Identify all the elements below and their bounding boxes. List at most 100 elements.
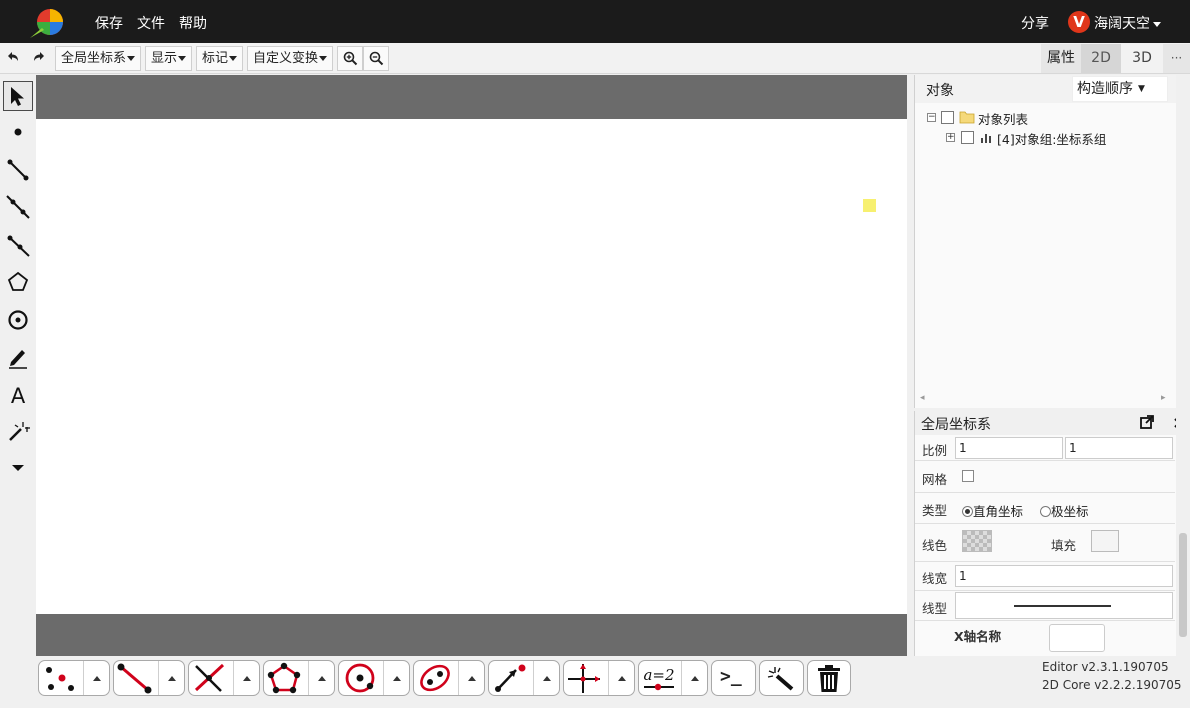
line-style-label: 线型 [922, 601, 948, 616]
circle-tool-group[interactable] [338, 660, 410, 696]
type-polar-option[interactable]: 极坐标 [1040, 501, 1089, 520]
magic-wand-icon [767, 667, 794, 691]
custom-transform-dropdown[interactable]: 自定义变换 [247, 46, 334, 71]
scrollbar-thumb[interactable] [1179, 533, 1187, 637]
expand-arrow-icon[interactable] [608, 661, 634, 695]
text-tool[interactable]: A [3, 380, 33, 410]
zoom-out-button[interactable] [363, 46, 389, 71]
coordinate-tool-group[interactable] [563, 660, 635, 696]
pen-tool[interactable] [3, 342, 33, 372]
more-button[interactable]: ··· [1163, 44, 1190, 73]
segment-group-icon [117, 663, 152, 694]
chevron-down-icon [12, 465, 24, 471]
tree-root-label[interactable]: 对象列表 [978, 109, 1028, 128]
type-rect-label: 直角坐标 [973, 504, 1024, 519]
select-arrow-icon [11, 87, 24, 106]
svg-text:A: A [11, 384, 26, 408]
scale-row: 比例 1 1 [915, 435, 1175, 461]
zoom-in-button[interactable] [337, 46, 363, 71]
menu-help[interactable]: 帮助 [179, 13, 207, 33]
expand-icon[interactable]: + [946, 133, 955, 142]
segment-tool-group[interactable] [113, 660, 185, 696]
pen-icon [9, 350, 27, 369]
popout-icon[interactable] [1139, 414, 1155, 430]
coord-system-dropdown[interactable]: 全局坐标系 [55, 46, 142, 71]
menu-file[interactable]: 文件 [137, 13, 165, 33]
axes-icon [568, 664, 600, 693]
parameter-tool-group[interactable]: a=2 [638, 660, 708, 696]
type-rect-option[interactable]: 直角坐标 [962, 501, 1023, 520]
point-tool[interactable] [3, 117, 33, 147]
expand-arrow-icon[interactable] [458, 661, 484, 695]
collapse-icon[interactable]: − [927, 113, 936, 122]
user-menu[interactable]: 海阔天空 [1094, 13, 1161, 33]
select-tool[interactable] [3, 81, 33, 111]
vector-tool-group[interactable] [488, 660, 560, 696]
share-button[interactable]: 分享 [1021, 13, 1049, 33]
x-axis-name-input[interactable] [1049, 624, 1105, 652]
display-dropdown[interactable]: 显示 [145, 46, 193, 71]
parameter-label: a=2 [643, 666, 674, 684]
top-bar: 保存 文件 帮助 分享 V 海阔天空 [0, 0, 1190, 43]
command-button[interactable]: >_ [711, 660, 756, 696]
magic-button[interactable] [759, 660, 804, 696]
construction-order-dropdown[interactable]: 构造顺序 ▼ [1072, 76, 1168, 102]
scale-y-input[interactable]: 1 [1065, 437, 1173, 459]
drawing-canvas[interactable] [36, 75, 907, 658]
zoom-in-icon [343, 51, 358, 66]
expand-arrow-icon[interactable] [308, 661, 334, 695]
tab-2d[interactable]: 2D [1081, 44, 1121, 73]
intersection-tool-group[interactable] [188, 660, 260, 696]
line-color-swatch[interactable] [962, 530, 992, 552]
more-tools-button[interactable] [3, 453, 33, 483]
polygon-tool[interactable] [3, 267, 33, 297]
object-panel-header: 对象 构造顺序 ▼ [915, 75, 1177, 103]
point-tool-group[interactable] [38, 660, 110, 696]
type-row: 类型 直角坐标 极坐标 [915, 493, 1175, 524]
expand-arrow-icon[interactable] [233, 661, 259, 695]
delete-button[interactable] [807, 660, 851, 696]
grid-checkbox[interactable] [962, 470, 974, 482]
expand-arrow-icon[interactable] [533, 661, 559, 695]
expand-arrow-icon[interactable] [158, 661, 184, 695]
circle-tool[interactable] [3, 305, 33, 335]
conic-tool-group[interactable] [413, 660, 485, 696]
segment-tool[interactable] [3, 155, 33, 185]
undo-icon[interactable] [5, 50, 21, 66]
app-logo[interactable] [28, 8, 68, 40]
line-width-input[interactable]: 1 [955, 565, 1173, 587]
magic-tool[interactable] [3, 417, 33, 447]
expand-arrow-icon[interactable] [681, 661, 707, 695]
segment-icon [7, 159, 29, 181]
right-scrollbar[interactable] [1176, 75, 1190, 655]
close-icon[interactable] [1173, 417, 1176, 429]
line-style-select[interactable] [955, 592, 1173, 619]
user-avatar[interactable]: V [1068, 11, 1090, 33]
tab-3d[interactable]: 3D [1121, 44, 1163, 73]
tab-properties[interactable]: 属性 [1041, 44, 1081, 73]
bottom-toolbar: a=2 >_ [0, 656, 1036, 708]
polygon-tool-group[interactable] [263, 660, 335, 696]
ray-tool[interactable] [3, 230, 33, 260]
tree-child-checkbox[interactable] [961, 131, 974, 144]
text-icon: A [11, 384, 26, 408]
expand-arrow-icon[interactable] [83, 661, 109, 695]
line-tool[interactable] [3, 192, 33, 222]
scale-x-input[interactable]: 1 [955, 437, 1063, 459]
object-panel: 对象 构造顺序 ▼ − 对象列表 + [4]对象组:坐标系组 ◂ ▸ [914, 75, 1177, 408]
redo-icon[interactable] [31, 50, 47, 66]
scroll-right-icon[interactable]: ▸ [1161, 393, 1166, 403]
canvas-bottom-band [36, 614, 907, 658]
tree-child-label[interactable]: [4]对象组:坐标系组 [997, 129, 1106, 148]
mark-dropdown[interactable]: 标记 [196, 46, 244, 71]
object-panel-title: 对象 [926, 83, 954, 99]
menu-save[interactable]: 保存 [95, 13, 123, 33]
property-panel-title: 全局坐标系 [921, 417, 991, 433]
expand-arrow-icon[interactable] [383, 661, 409, 695]
chevron-down-icon [127, 56, 136, 61]
fill-color-swatch[interactable] [1091, 530, 1119, 552]
mark-label: 标记 [202, 51, 229, 66]
scroll-left-icon[interactable]: ◂ [920, 393, 925, 403]
ellipse-icon [420, 664, 450, 692]
tree-root-checkbox[interactable] [941, 111, 954, 124]
